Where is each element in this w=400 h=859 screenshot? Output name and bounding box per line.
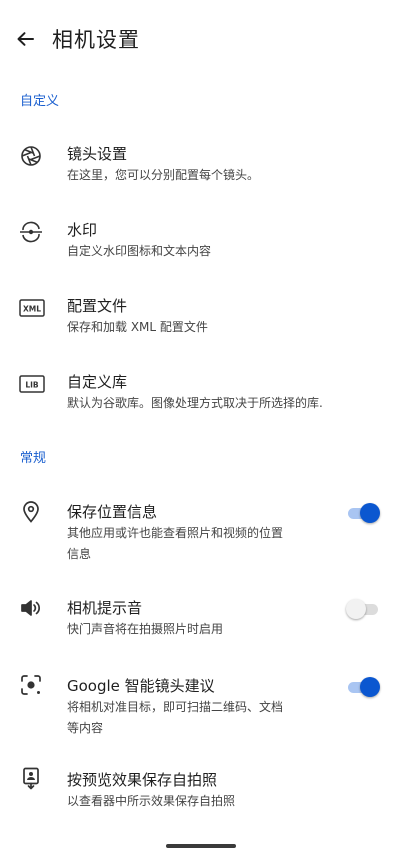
setting-custom-library[interactable]: LIB 自定义库 默认为谷歌库。图像处理方式取决于所选择的库. [0, 362, 400, 424]
toggle-thumb [360, 677, 380, 697]
xml-file-icon: XML [19, 296, 45, 320]
location-toggle[interactable] [346, 502, 380, 524]
setting-title: Google 智能镜头建议 [67, 677, 215, 695]
aperture-icon [19, 144, 43, 168]
setting-watermark[interactable]: 水印 自定义水印图标和文本内容 [0, 210, 400, 272]
watermark-icon [19, 220, 43, 244]
setting-title: 按预览效果保存自拍照 [67, 771, 218, 789]
location-pin-icon [19, 500, 43, 524]
gesture-nav-bar[interactable] [166, 844, 236, 848]
lens-icon [19, 673, 43, 697]
speaker-icon [19, 596, 43, 620]
section-header-general: 常规 [20, 451, 47, 466]
setting-config-file[interactable]: XML 配置文件 保存和加载 XML 配置文件 [0, 286, 400, 348]
setting-subtitle: 保存和加载 XML 配置文件 [67, 320, 208, 334]
setting-subtitle-line1: 将相机对准目标，即可扫描二维码、文档 [67, 700, 284, 714]
setting-title: 保存位置信息 [67, 503, 158, 521]
setting-subtitle-line1: 快门声音将在拍摄照片时启用 [67, 622, 224, 636]
setting-google-lens[interactable]: Google 智能镜头建议 将相机对准目标，即可扫描二维码、文档 等内容 [0, 666, 400, 738]
setting-camera-sound[interactable]: 相机提示音 快门声音将在拍摄照片时启用 [0, 588, 400, 644]
setting-subtitle: 自定义水印图标和文本内容 [67, 244, 212, 258]
setting-lens[interactable]: 镜头设置 在这里，您可以分别配置每个镜头。 [0, 134, 400, 196]
toggle-thumb [346, 599, 366, 619]
setting-subtitle-line2: 信息 [67, 547, 92, 561]
setting-title: 相机提示音 [67, 599, 143, 617]
setting-subtitle-line1: 其他应用或许也能查看照片和视频的位置 [67, 526, 284, 540]
setting-subtitle-line2: 等内容 [67, 721, 104, 735]
top-app-bar: 相机设置 [0, 0, 400, 80]
setting-title: 镜头设置 [67, 145, 128, 163]
setting-save-location[interactable]: 保存位置信息 其他应用或许也能查看照片和视频的位置 信息 [0, 492, 400, 564]
page-title: 相机设置 [52, 28, 140, 52]
setting-title: 水印 [67, 221, 98, 239]
xml-icon-label: XML [23, 305, 41, 314]
arrow-left-icon[interactable] [12, 26, 38, 52]
setting-subtitle: 在这里，您可以分别配置每个镜头。 [67, 168, 260, 182]
setting-subtitle-line1: 以查看器中所示效果保存自拍照 [67, 794, 236, 808]
setting-title: 配置文件 [67, 297, 128, 315]
selfie-icon [19, 767, 43, 791]
section-header-custom: 自定义 [20, 94, 60, 109]
setting-title: 自定义库 [67, 373, 128, 391]
lib-icon: LIB [19, 372, 45, 396]
camera-sound-toggle[interactable] [346, 598, 380, 620]
google-lens-toggle[interactable] [346, 676, 380, 698]
toggle-thumb [360, 503, 380, 523]
setting-selfie-preview[interactable]: 按预览效果保存自拍照 以查看器中所示效果保存自拍照 [0, 760, 400, 816]
setting-subtitle: 默认为谷歌库。图像处理方式取决于所选择的库. [67, 396, 323, 410]
lib-icon-label: LIB [25, 381, 39, 390]
